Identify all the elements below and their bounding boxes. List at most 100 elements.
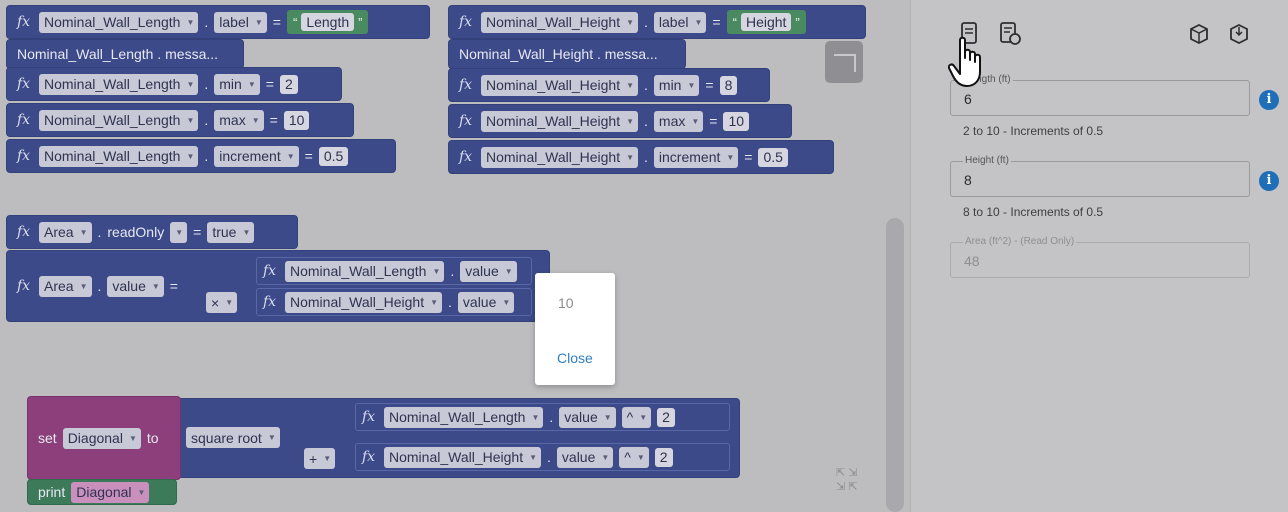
property-dropdown[interactable]: value ▼ bbox=[556, 446, 614, 468]
area-field-value: 48 bbox=[964, 253, 980, 269]
variable-dropdown[interactable]: Area ▼ bbox=[39, 275, 92, 297]
variable-dropdown[interactable]: Nominal_Wall_Length ▼ bbox=[39, 109, 199, 131]
number-literal[interactable]: 2 bbox=[279, 74, 298, 94]
diagonal-length-term[interactable]: fx Nominal_Wall_Length ▼ . value ▼ ^ ▼ 2 bbox=[355, 403, 730, 431]
trash-icon[interactable] bbox=[825, 41, 863, 83]
variable-dropdown[interactable]: Nominal_Wall_Height ▼ bbox=[481, 74, 639, 96]
area-readonly-block[interactable]: fx Area ▼ . readOnly ▼ = true ▼ bbox=[6, 215, 298, 249]
zoom-to-fit-icon[interactable]: ⇱ ⇲ ⇲ ⇱ bbox=[836, 466, 858, 494]
variable-dropdown[interactable]: Nominal_Wall_Length ▼ bbox=[285, 260, 445, 282]
fx-icon: fx bbox=[362, 449, 376, 465]
fx-icon: fx bbox=[17, 112, 31, 128]
power-operator-dropdown[interactable]: ^ ▼ bbox=[619, 446, 649, 468]
fx-icon: fx bbox=[17, 278, 31, 294]
fx-icon: fx bbox=[17, 148, 31, 164]
string-literal[interactable]: “Length” bbox=[286, 10, 369, 34]
property-dropdown[interactable]: ▼ bbox=[170, 221, 188, 243]
boolean-dropdown[interactable]: true ▼ bbox=[207, 221, 255, 243]
height-field[interactable]: Height (ft) 8 bbox=[950, 155, 1250, 197]
property-dropdown[interactable]: value ▼ bbox=[460, 260, 517, 282]
number-literal[interactable]: 2 bbox=[657, 407, 675, 427]
variable-dropdown[interactable]: Nominal_Wall_Height ▼ bbox=[481, 146, 639, 168]
height-label-block[interactable]: fx Nominal_Wall_Height ▼ . label ▼ = “Heig… bbox=[448, 5, 866, 39]
number-literal[interactable]: 8 bbox=[719, 75, 738, 95]
height-field-label: Height (ft) bbox=[963, 155, 1011, 166]
height-max-block[interactable]: fx Nominal_Wall_Height ▼ . max ▼ = 10 bbox=[448, 104, 792, 138]
number-literal[interactable]: 2 bbox=[654, 447, 673, 467]
fx-icon: fx bbox=[17, 14, 31, 30]
area-field-label: Area (ft^2) - (Read Only) bbox=[963, 236, 1077, 247]
area-length-operand[interactable]: fx Nominal_Wall_Length ▼ . value ▼ bbox=[256, 257, 532, 285]
plus-operator-dropdown[interactable]: + ▼ bbox=[304, 448, 336, 469]
number-literal[interactable]: 0.5 bbox=[318, 146, 349, 166]
property-dropdown[interactable]: increment ▼ bbox=[214, 145, 299, 167]
fx-icon: fx bbox=[263, 263, 277, 279]
area-height-operand[interactable]: fx Nominal_Wall_Height ▼ . value ▼ bbox=[256, 288, 532, 316]
variable-dropdown[interactable]: Nominal_Wall_Height ▼ bbox=[481, 11, 639, 33]
property-dropdown[interactable]: max ▼ bbox=[214, 109, 264, 131]
fx-icon: fx bbox=[459, 149, 473, 165]
property-dropdown[interactable]: increment ▼ bbox=[653, 146, 739, 168]
length-field-value: 6 bbox=[964, 91, 972, 107]
power-operator-dropdown[interactable]: ^ ▼ bbox=[621, 406, 652, 428]
value-dialog: 10 Close bbox=[535, 273, 615, 385]
area-field: Area (ft^2) - (Read Only) 48 bbox=[950, 236, 1250, 278]
fx-icon: fx bbox=[17, 224, 31, 240]
fx-icon: fx bbox=[362, 409, 376, 425]
info-icon[interactable]: i bbox=[1259, 171, 1279, 191]
height-field-value: 8 bbox=[964, 172, 972, 188]
number-literal[interactable]: 10 bbox=[723, 111, 750, 131]
height-min-block[interactable]: fx Nominal_Wall_Height ▼ . min ▼ = 8 bbox=[448, 68, 770, 102]
property-dropdown[interactable]: min ▼ bbox=[653, 74, 700, 96]
variable-dropdown[interactable]: Nominal_Wall_Length ▼ bbox=[39, 11, 199, 33]
fx-icon: fx bbox=[459, 113, 473, 129]
fx-icon: fx bbox=[459, 14, 473, 30]
cube-export-icon[interactable] bbox=[1189, 23, 1209, 50]
height-message-block[interactable]: Nominal_Wall_Height . messa... bbox=[448, 39, 686, 69]
function-dropdown[interactable]: square root ▼ bbox=[186, 427, 280, 448]
hand-pointer-icon bbox=[948, 36, 981, 87]
variable-dropdown[interactable]: Area ▼ bbox=[39, 221, 92, 243]
variable-dropdown[interactable]: Nominal_Wall_Length ▼ bbox=[39, 145, 199, 167]
height-increment-block[interactable]: fx Nominal_Wall_Height ▼ . increment ▼ = 0… bbox=[448, 140, 834, 174]
variable-dropdown[interactable]: Nominal_Wall_Length ▼ bbox=[39, 73, 199, 95]
fx-icon: fx bbox=[263, 294, 277, 310]
property-dropdown[interactable]: value ▼ bbox=[107, 275, 164, 297]
length-max-block[interactable]: fx Nominal_Wall_Length ▼ . max ▼ = 10 bbox=[6, 103, 354, 137]
cube-import-icon[interactable] bbox=[1229, 23, 1249, 50]
variable-dropdown[interactable]: Diagonal ▼ bbox=[62, 427, 141, 449]
set-diagonal-block[interactable]: set Diagonal ▼ to bbox=[27, 396, 181, 480]
number-literal[interactable]: 0.5 bbox=[758, 147, 788, 167]
length-min-block[interactable]: fx Nominal_Wall_Length ▼ . min ▼ = 2 bbox=[6, 67, 342, 101]
variable-dropdown[interactable]: Nominal_Wall_Height ▼ bbox=[481, 110, 639, 132]
variable-dropdown[interactable]: Nominal_Wall_Length ▼ bbox=[384, 406, 544, 428]
blockly-workspace[interactable]: fx Nominal_Wall_Length ▼ . label ▼ = “Leng… bbox=[0, 0, 910, 512]
height-hint: 8 to 10 - Increments of 0.5 bbox=[963, 205, 1104, 219]
multiply-operator-dropdown[interactable]: × ▼ bbox=[206, 292, 238, 313]
diagonal-height-term[interactable]: fx Nominal_Wall_Height ▼ . value ▼ ^ ▼ 2 bbox=[355, 443, 730, 471]
variable-dropdown[interactable]: Diagonal ▼ bbox=[71, 481, 150, 503]
variable-dropdown[interactable]: Nominal_Wall_Height ▼ bbox=[384, 446, 542, 468]
property-dropdown[interactable]: min ▼ bbox=[214, 73, 260, 95]
property-dropdown[interactable]: label ▼ bbox=[214, 11, 267, 33]
print-diagonal-block[interactable]: print Diagonal ▼ bbox=[27, 479, 177, 505]
length-increment-block[interactable]: fx Nominal_Wall_Length ▼ . increment ▼ = 0… bbox=[6, 139, 396, 173]
string-literal[interactable]: “Height” bbox=[726, 10, 806, 34]
property-dropdown[interactable]: value ▼ bbox=[559, 406, 616, 428]
variable-dropdown[interactable]: Nominal_Wall_Height ▼ bbox=[285, 291, 443, 313]
length-message-block[interactable]: Nominal_Wall_Length . messa... bbox=[6, 39, 244, 69]
fx-icon: fx bbox=[459, 77, 473, 93]
dialog-close-button[interactable]: Close bbox=[557, 350, 593, 366]
property-dropdown[interactable]: value ▼ bbox=[457, 291, 515, 313]
fx-icon: fx bbox=[17, 76, 31, 92]
property-dropdown[interactable]: max ▼ bbox=[653, 110, 704, 132]
document-refresh-icon[interactable] bbox=[1000, 22, 1022, 51]
property-dropdown[interactable]: label ▼ bbox=[653, 11, 707, 33]
dialog-value: 10 bbox=[558, 295, 574, 311]
info-icon[interactable]: i bbox=[1259, 90, 1279, 110]
length-hint: 2 to 10 - Increments of 0.5 bbox=[963, 124, 1104, 138]
length-label-block[interactable]: fx Nominal_Wall_Length ▼ . label ▼ = “Leng… bbox=[6, 5, 430, 39]
length-field[interactable]: Length (ft) 6 bbox=[950, 74, 1250, 116]
workspace-scrollbar[interactable] bbox=[886, 218, 904, 512]
number-literal[interactable]: 10 bbox=[283, 110, 310, 130]
